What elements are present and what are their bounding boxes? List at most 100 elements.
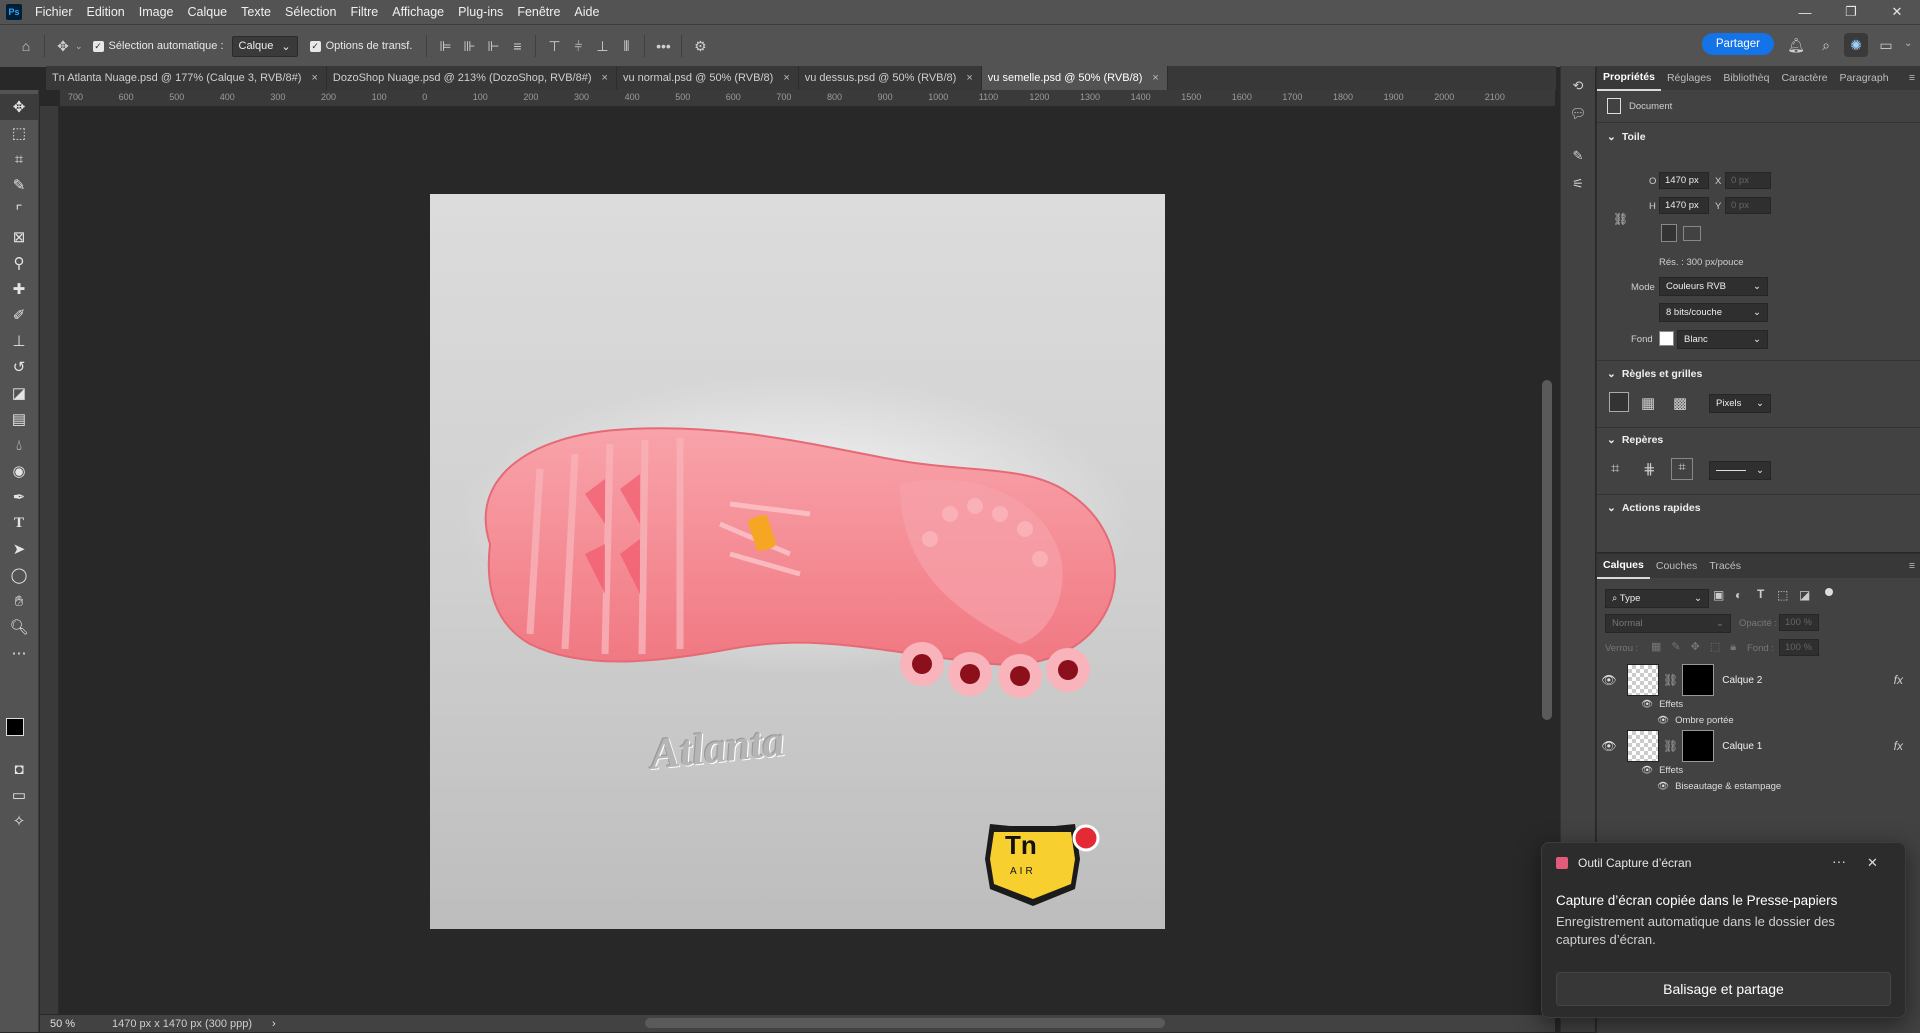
landscape-orientation-icon[interactable] [1683,226,1701,241]
menu-aide[interactable]: Aide [567,5,606,19]
menu-edition[interactable]: Edition [80,5,132,19]
lock-options-icon[interactable]: ▦✎✥⬚🔒︎ [1651,640,1746,654]
link-icon[interactable]: ⛓ [1613,212,1628,226]
layer-row-calque-1[interactable]: 👁︎ ⛓ Calque 1 fx [1597,730,1920,762]
foreground-color-swatch[interactable] [6,718,24,736]
effects-row[interactable]: 👁︎ Effets [1597,762,1920,778]
tab-paragraphe[interactable]: Paragraph [1834,66,1895,90]
move-tool-icon[interactable]: ✥ [51,34,75,58]
markup-and-share-button[interactable]: Balisage et partage [1556,972,1891,1006]
visibility-eye-icon[interactable]: 👁︎ [1657,715,1669,726]
menu-affichage[interactable]: Affichage [385,5,451,19]
quick-mask-icon[interactable]: ◘ [0,756,38,782]
eraser-tool-icon[interactable]: ◪ [0,380,38,406]
blend-mode-dropdown[interactable]: Normal ⌄ [1605,614,1731,633]
vertical-scrollbar[interactable] [1542,380,1552,720]
guide-style-dropdown[interactable]: ⌄ [1709,461,1771,480]
document-canvas[interactable]: Atlanta Tn AIR [430,194,1165,929]
effect-item-row[interactable]: 👁︎ Ombre portée [1597,712,1920,728]
search-icon[interactable]: ⌕ [1814,33,1838,57]
distribute-v-icon[interactable]: ⦀ [614,34,638,58]
restore-button[interactable]: ❐ [1828,0,1874,24]
units-dropdown[interactable]: Pixels ⌄ [1709,394,1771,413]
minimize-button[interactable]: — [1782,0,1828,24]
layer-name[interactable]: Calque 1 [1722,741,1762,752]
blur-tool-icon[interactable]: 💧︎ [0,432,38,458]
tab-caractere[interactable]: Caractère [1775,66,1833,90]
brush-tool-icon[interactable]: ✐ [0,302,38,328]
filter-shape-icon[interactable]: ⬚ [1777,588,1788,602]
grid-icon[interactable]: ▦ [1641,394,1655,412]
mask-link-icon[interactable]: ⛓ [1663,739,1678,753]
tab-couches[interactable]: Couches [1650,554,1703,578]
tab-vu-semelle[interactable]: vu semelle.psd @ 50% (RVB/8) × [981,66,1168,90]
filter-smart-object-icon[interactable]: ◪ [1799,588,1810,602]
close-tab-icon[interactable]: × [1152,72,1158,84]
x-field[interactable]: 0 px [1725,172,1771,189]
tab-bibliotheques[interactable]: Bibliothèq [1717,66,1775,90]
guides-icon[interactable]: ⌗ [1611,460,1619,477]
menu-filtre[interactable]: Filtre [343,5,385,19]
filter-toggle-icon[interactable] [1825,588,1833,596]
effects-row[interactable]: 👁︎ Effets [1597,696,1920,712]
guides-section-header[interactable]: ⌄ Repères [1607,434,1663,446]
close-tab-icon[interactable]: × [783,72,789,84]
menu-image[interactable]: Image [132,5,181,19]
snipping-tool-notification[interactable]: Outil Capture d’écran ··· ✕ Capture d’éc… [1541,842,1906,1018]
hand-tool-icon[interactable]: ✋︎ [0,588,38,614]
more-tools-icon[interactable]: ⋯ [0,640,38,666]
tab-proprietes[interactable]: Propriétés [1597,65,1661,91]
portrait-orientation-icon[interactable] [1661,224,1677,242]
status-arrow-icon[interactable]: › [272,1018,276,1030]
close-window-button[interactable]: ✕ [1874,0,1920,24]
panel-menu-icon[interactable]: ≡ [1903,554,1920,578]
bell-icon[interactable]: 🔔︎ [1784,33,1808,57]
auto-select-checkbox[interactable]: ✓ Sélection automatique : [92,40,224,52]
discover-lightbulb-icon[interactable]: ✺ [1844,33,1868,57]
opacity-field[interactable]: 100 % [1779,614,1819,631]
layer-name[interactable]: Calque 2 [1722,675,1762,686]
mask-link-icon[interactable]: ⛓ [1663,673,1678,687]
tab-tn-atlanta-nuage[interactable]: Tn Atlanta Nuage.psd @ 177% (Calque 3, R… [46,66,327,90]
filter-pixel-icon[interactable]: ▣ [1713,588,1724,602]
align-middle-v-icon[interactable]: ⫩ [566,34,590,58]
close-tab-icon[interactable]: × [966,72,972,84]
menu-calque[interactable]: Calque [181,5,235,19]
menu-plugins[interactable]: Plug-ins [451,5,510,19]
marquee-tool-icon[interactable]: ⬚ [0,120,38,146]
layer-row-calque-2[interactable]: 👁︎ ⛓ Calque 2 fx [1597,664,1920,696]
canvas-section-header[interactable]: ⌄ Toile [1597,123,1920,151]
zoom-level[interactable]: 50 % [40,1018,100,1030]
fx-icon[interactable]: fx [1894,673,1903,687]
distribute-h-icon[interactable]: ≡ [505,34,529,58]
smart-guides-icon[interactable]: ⌗ [1671,458,1693,480]
type-tool-icon[interactable]: T [0,510,38,536]
menu-texte[interactable]: Texte [234,5,278,19]
ellipse-tool-icon[interactable]: ◯ [0,562,38,588]
pixel-grid-icon[interactable]: ▩ [1673,394,1687,412]
tab-calques[interactable]: Calques [1597,553,1650,579]
quick-actions-section-header[interactable]: ⌄ Actions rapides [1607,502,1701,514]
chevron-down-icon[interactable]: ⌄ [75,41,83,52]
more-options-icon[interactable]: ··· [1832,853,1846,869]
frame-tool-icon[interactable]: ⊠ [0,224,38,250]
menu-selection[interactable]: Sélection [278,5,343,19]
add-guides-icon[interactable]: ⋕ [1643,460,1656,478]
screen-mode-icon[interactable]: ▭ [0,782,38,808]
close-notification-icon[interactable]: ✕ [1867,855,1878,871]
align-bottom-icon[interactable]: ⊥ [590,34,614,58]
panel-menu-icon[interactable]: ≡ [1903,66,1920,90]
home-icon[interactable]: ⌂ [14,34,38,58]
y-field[interactable]: 0 px [1725,197,1771,214]
gradient-tool-icon[interactable]: ▤ [0,406,38,432]
height-field[interactable]: 1470 px [1659,197,1709,214]
mode-dropdown[interactable]: Couleurs RVB ⌄ [1659,277,1768,296]
tab-vu-dessus[interactable]: vu dessus.psd @ 50% (RVB/8) × [799,66,982,90]
effect-item-row[interactable]: 👁︎ Biseautage & estampage [1597,778,1920,794]
visibility-eye-icon[interactable]: 👁︎ [1641,699,1653,710]
width-field[interactable]: 1470 px [1659,172,1709,189]
zoom-tool-icon[interactable]: 🔍︎ [0,614,38,640]
share-button[interactable]: Partager [1701,33,1774,55]
menu-fenetre[interactable]: Fenêtre [510,5,567,19]
eyedropper-tool-icon[interactable]: ⚲ [0,250,38,276]
